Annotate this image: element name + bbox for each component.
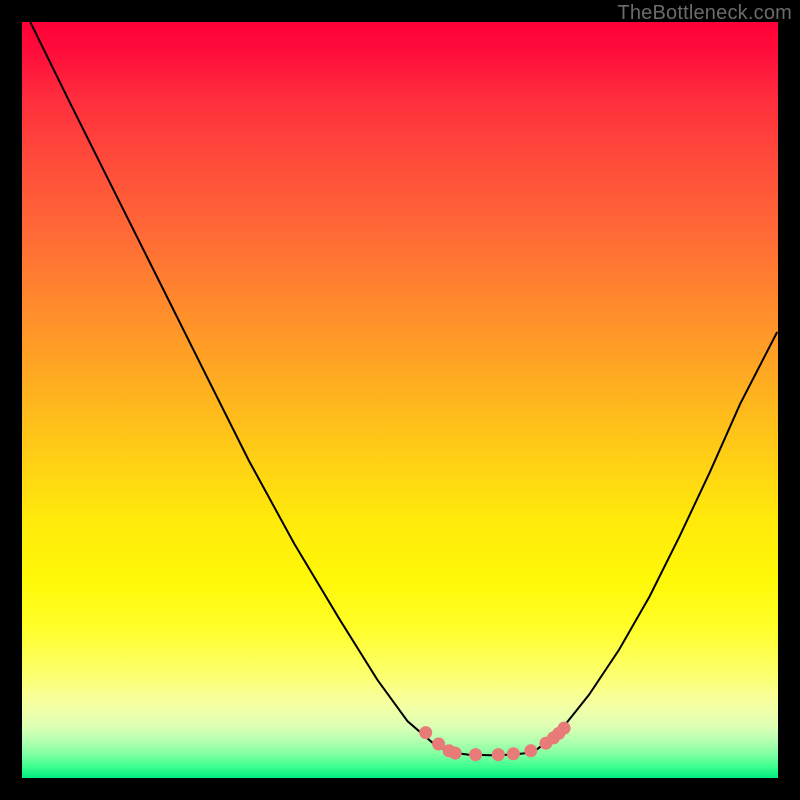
chart-plot-area (22, 22, 778, 778)
watermark-text: TheBottleneck.com (617, 2, 792, 25)
